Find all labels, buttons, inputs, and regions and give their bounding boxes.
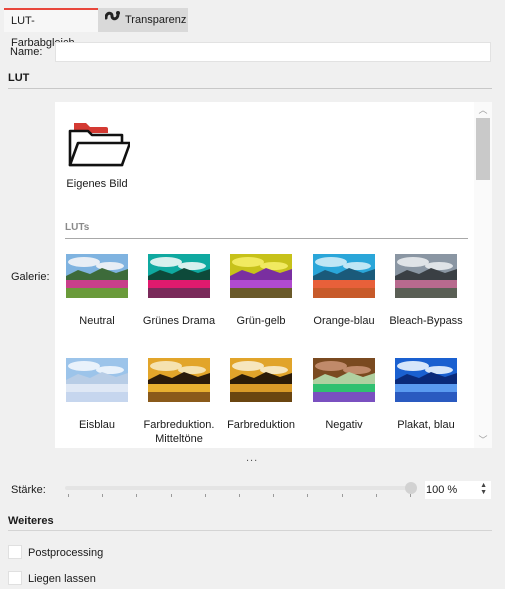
- tab-transparenz[interactable]: Transparenz: [98, 8, 188, 32]
- own-image-label: Eigenes Bild: [66, 178, 128, 190]
- weiteres-section-title: Weiteres: [8, 515, 54, 527]
- slider-knob[interactable]: [405, 482, 417, 494]
- lut-label: Plakat, blau: [397, 419, 455, 431]
- strength-value: 100 %: [426, 484, 458, 496]
- slider-tick: [307, 494, 309, 497]
- scroll-thumb[interactable]: [476, 118, 490, 180]
- slider-tick: [136, 494, 138, 497]
- spinner-icon[interactable]: ▲ ▼: [480, 482, 487, 496]
- lut-thumb-neutral[interactable]: [66, 254, 128, 298]
- lut-label: Grünes Drama: [142, 315, 216, 327]
- luts-divider: [65, 238, 468, 239]
- slider-tick: [273, 494, 275, 497]
- transparency-icon: [104, 8, 121, 32]
- slider-tick: [375, 494, 377, 497]
- name-input[interactable]: [55, 42, 491, 62]
- luts-header: LUTs: [65, 222, 90, 233]
- lut-label: Grün-gelb: [236, 315, 286, 327]
- slider-tick: [68, 494, 69, 497]
- postprocessing-label: Postprocessing: [28, 547, 104, 559]
- liegen-lassen-label: Liegen lassen: [28, 573, 96, 585]
- lut-label: Orange-blau: [313, 315, 375, 327]
- tab-label: Transparenz: [125, 14, 187, 26]
- staerke-label: Stärke:: [11, 484, 46, 496]
- lut-thumb-poster-blue[interactable]: [395, 358, 457, 402]
- lut-label: Eisblau: [78, 419, 116, 431]
- postprocessing-checkbox[interactable]: [8, 545, 22, 559]
- lut-thumb-bleach[interactable]: [395, 254, 457, 298]
- strength-input[interactable]: 100 % ▲ ▼: [425, 481, 491, 499]
- lut-label: Neutral: [79, 315, 115, 327]
- lut-label: Negativ: [325, 419, 363, 431]
- galerie-label: Galerie:: [11, 271, 50, 283]
- lut-label: Bleach-Bypass: [389, 315, 463, 327]
- lut-label: Farbreduktion: [227, 419, 295, 431]
- lut-thumb-green-yellow[interactable]: [230, 254, 292, 298]
- weiteres-divider: [8, 530, 492, 531]
- tab-lut-farbabgleich[interactable]: LUT-Farbabgleich: [4, 8, 98, 49]
- folder-icon[interactable]: [66, 117, 132, 169]
- name-label: Name:: [10, 46, 43, 58]
- lut-thumb-reduction-mid[interactable]: [148, 358, 210, 402]
- more-dots[interactable]: ...: [246, 452, 258, 464]
- slider-tick: [239, 494, 240, 497]
- scroll-up-icon[interactable]: ︿: [474, 103, 492, 117]
- strength-slider[interactable]: [65, 486, 410, 490]
- slider-tick: [204, 494, 206, 497]
- lut-thumb-green-drama[interactable]: [148, 254, 210, 298]
- lut-thumb-orange-blue[interactable]: [313, 254, 375, 298]
- lut-section-divider: [8, 88, 492, 89]
- slider-tick: [341, 494, 343, 497]
- liegen-lassen-checkbox[interactable]: [8, 571, 22, 585]
- slider-tick: [410, 494, 411, 497]
- slider-tick: [102, 494, 104, 497]
- lut-section-title: LUT: [8, 72, 30, 84]
- tab-bar: LUT-Farbabgleich Transparenz: [0, 0, 505, 49]
- lut-thumb-reduction[interactable]: [230, 358, 292, 402]
- lut-thumb-ice-blue[interactable]: [66, 358, 128, 402]
- scroll-down-icon[interactable]: ﹀: [474, 433, 492, 447]
- lut-thumb-negative[interactable]: [313, 358, 375, 402]
- lut-label: Farbreduktion. Mitteltöne: [143, 419, 215, 445]
- slider-tick: [170, 494, 172, 497]
